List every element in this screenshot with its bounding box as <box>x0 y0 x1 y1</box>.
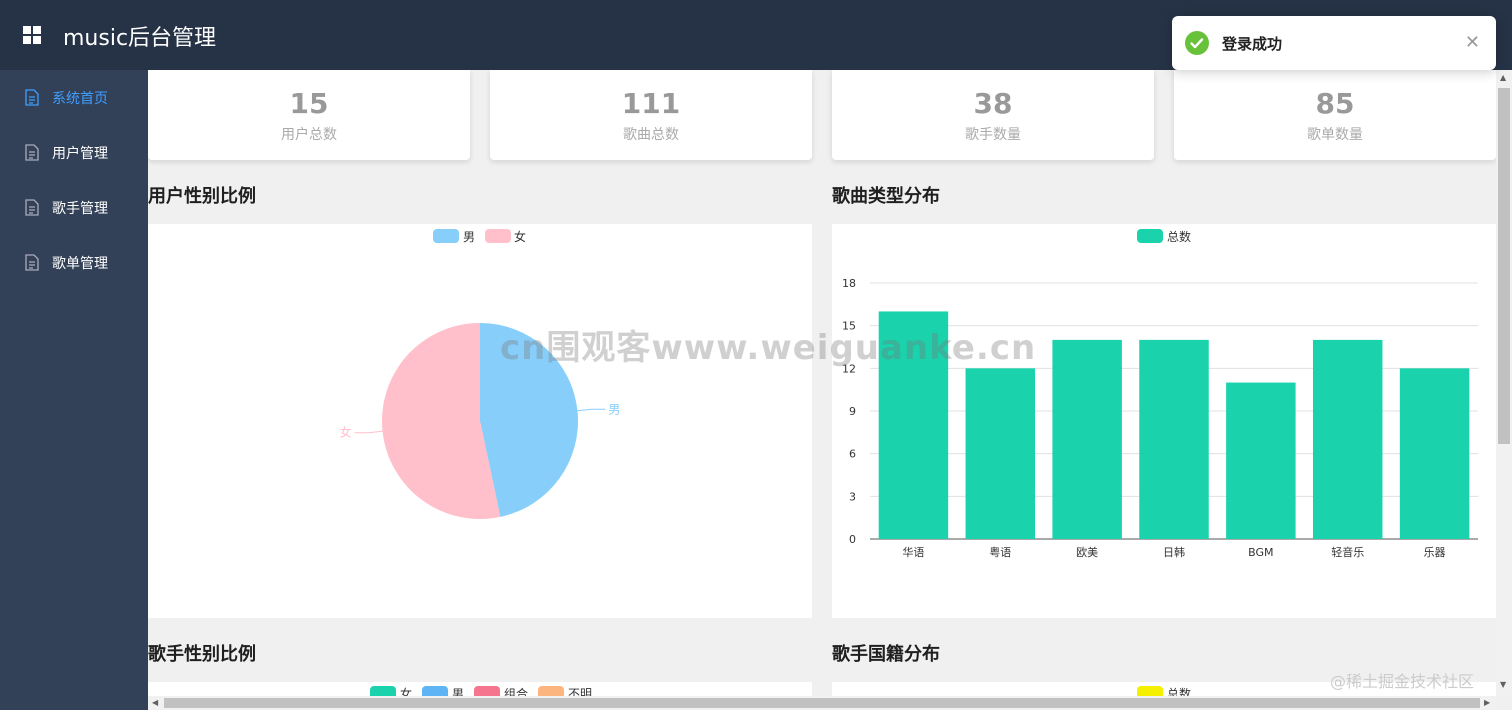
sidebar-item-home[interactable]: 系统首页 <box>0 70 148 125</box>
stat-card-playlists: 85 歌单数量 <box>1174 70 1496 160</box>
scroll-right-icon[interactable]: ▶ <box>1484 698 1490 707</box>
stat-value: 85 <box>1315 87 1355 120</box>
pie-label: 女 <box>340 425 352 440</box>
bar[interactable] <box>1312 339 1383 539</box>
y-tick-label: 9 <box>849 405 856 418</box>
y-tick-label: 6 <box>849 448 856 461</box>
scroll-left-icon[interactable]: ◀ <box>152 698 158 707</box>
legend-chip[interactable] <box>422 686 448 696</box>
sidebar-item-playlists[interactable]: 歌单管理 <box>0 235 148 290</box>
pie-chart: 男女 <box>340 323 620 519</box>
horizontal-scrollbar[interactable]: ◀ ▶ <box>148 696 1496 710</box>
watermark: cn围观客www.weiguanke.cn <box>500 328 1037 368</box>
sidebar-item-label: 系统首页 <box>52 91 108 107</box>
app-title: music后台管理 <box>63 26 217 51</box>
legend-chip[interactable] <box>370 686 396 696</box>
success-toast: 登录成功 ✕ <box>1172 16 1496 70</box>
bar[interactable] <box>1226 382 1296 539</box>
section-title-user-gender: 用户性别比例 <box>148 186 256 207</box>
vertical-scroll-thumb[interactable] <box>1498 88 1510 444</box>
section-title-singer-gender: 歌手性别比例 <box>148 644 256 665</box>
footer-watermark: @稀土掘金技术社区 <box>1330 672 1475 691</box>
pie-label-line <box>354 430 383 434</box>
legend-chip[interactable] <box>474 686 500 696</box>
song-type-chart-panel: 总数 0 3 6 9 12 15 18 华语 粤语 欧美 日韩 BGM 轻音乐 乐器 <box>832 224 1496 618</box>
check-circle-icon <box>1185 31 1209 55</box>
section-title-singer-country: 歌手国籍分布 <box>832 644 940 665</box>
y-tick-label: 3 <box>849 490 856 503</box>
bar[interactable] <box>1139 339 1209 539</box>
stat-card-songs: 111 歌曲总数 <box>490 70 812 160</box>
bar[interactable] <box>965 368 1036 539</box>
main-content: 15 用户总数 111 歌曲总数 38 歌手数量 85 歌单数量 用户性别比例 … <box>148 70 1496 696</box>
legend-label: 总数 <box>1167 687 1192 696</box>
bar-chart: 0369121518华语 粤语 欧美 日韩 BGM 轻音乐 乐器 <box>842 277 1478 559</box>
stat-card-users: 15 用户总数 <box>148 70 470 160</box>
user-gender-chart-panel: 男 女 男女 <box>148 224 812 618</box>
stat-label: 歌单数量 <box>1307 127 1363 143</box>
x-tick-label: 粤语 <box>989 545 1011 559</box>
stat-value: 111 <box>621 87 681 120</box>
x-tick-label: 轻音乐 <box>1331 545 1364 559</box>
pie-label: 男 <box>608 402 620 416</box>
toast-message: 登录成功 <box>1222 35 1283 53</box>
stat-label: 歌曲总数 <box>623 127 679 143</box>
x-tick-label: 欧美 <box>1076 546 1098 559</box>
vertical-scrollbar[interactable]: ▲ ▼ <box>1496 70 1512 696</box>
pie-label-line <box>577 408 606 412</box>
stat-value: 38 <box>973 87 1013 120</box>
bar[interactable] <box>1399 368 1470 539</box>
bar[interactable] <box>1052 339 1122 539</box>
sidebar: 系统首页 用户管理 歌手管理 歌单管理 <box>0 70 148 710</box>
x-tick-label: 乐器 <box>1424 546 1446 559</box>
legend-label: 女 <box>400 687 413 696</box>
stat-label: 歌手数量 <box>965 127 1021 143</box>
legend-label: 不明 <box>568 687 593 696</box>
horizontal-scroll-thumb[interactable] <box>164 698 1480 708</box>
legend-chip[interactable] <box>538 686 564 696</box>
document-icon <box>25 89 39 106</box>
x-tick-label: BGM <box>1248 546 1273 559</box>
sidebar-item-label: 用户管理 <box>52 146 108 162</box>
legend-label: 男 <box>452 687 465 696</box>
x-tick-label: 日韩 <box>1163 545 1185 559</box>
stat-label: 用户总数 <box>281 127 337 143</box>
sidebar-item-label: 歌单管理 <box>52 256 108 272</box>
document-icon <box>25 144 39 161</box>
menu-grid-icon[interactable] <box>23 26 41 44</box>
close-icon[interactable]: ✕ <box>1465 32 1480 53</box>
document-icon <box>25 199 39 216</box>
section-title-song-type: 歌曲类型分布 <box>832 186 940 207</box>
sidebar-item-label: 歌手管理 <box>52 201 108 217</box>
stat-card-singers: 38 歌手数量 <box>832 70 1154 160</box>
singer-gender-chart-panel: 女 男 组合 不明 <box>148 682 812 696</box>
legend-label: 组合 <box>504 687 529 696</box>
document-icon <box>25 254 39 271</box>
scroll-up-icon[interactable]: ▲ <box>1500 73 1506 82</box>
stat-value: 15 <box>289 87 329 120</box>
y-tick-label: 0 <box>849 533 856 546</box>
legend-chip[interactable] <box>1137 686 1163 696</box>
sidebar-item-singers[interactable]: 歌手管理 <box>0 180 148 235</box>
scroll-down-icon[interactable]: ▼ <box>1500 680 1506 689</box>
y-tick-label: 18 <box>842 277 856 290</box>
sidebar-item-users[interactable]: 用户管理 <box>0 125 148 180</box>
x-tick-label: 华语 <box>902 545 924 559</box>
